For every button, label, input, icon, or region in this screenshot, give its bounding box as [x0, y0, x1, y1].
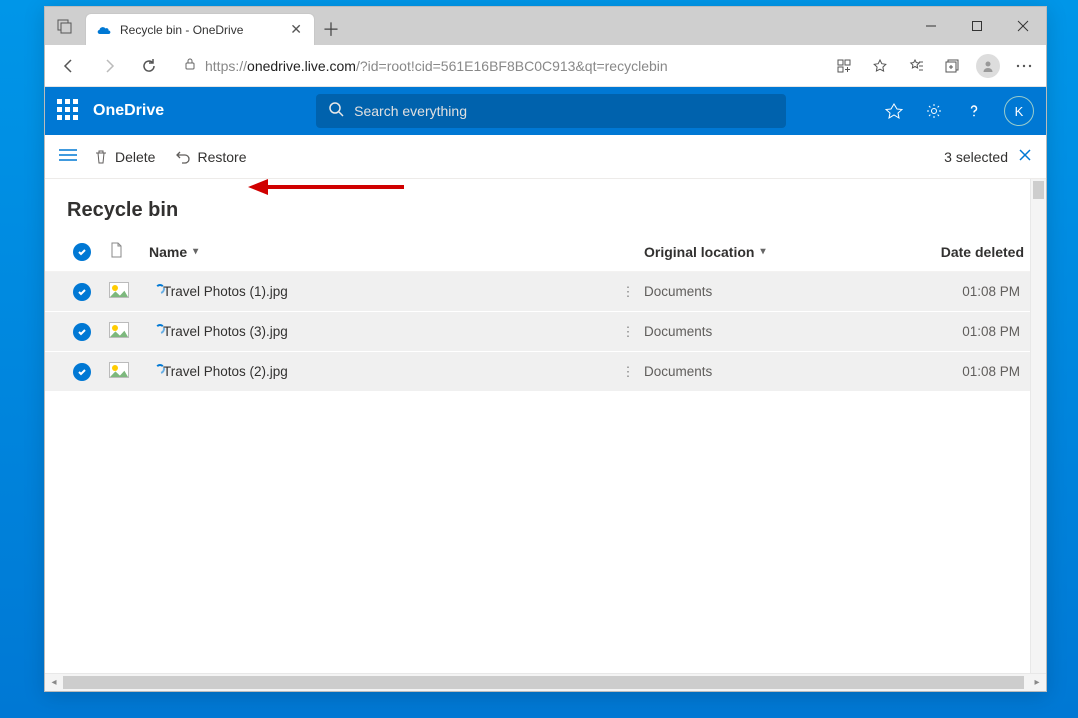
file-thumbnail-icon: [109, 282, 149, 301]
url-field[interactable]: https://onedrive.live.com/?id=root!cid=5…: [177, 51, 818, 81]
chevron-down-icon: ▾: [760, 246, 765, 257]
file-name[interactable]: Travel Photos (2).jpg: [149, 364, 612, 379]
onedrive-header: OneDrive K: [45, 87, 1046, 135]
row-actions-icon[interactable]: ⋮: [621, 324, 635, 340]
row-actions-icon[interactable]: ⋮: [621, 284, 635, 300]
original-location: Documents: [644, 284, 904, 299]
favorites-list-icon[interactable]: [900, 50, 932, 82]
selection-status: 3 selected: [944, 148, 1032, 165]
back-button[interactable]: [51, 48, 87, 84]
titlebar: Recycle bin - OneDrive ✕ ＋: [45, 7, 1046, 45]
nav-toggle-icon[interactable]: [59, 148, 77, 165]
search-box[interactable]: [316, 94, 786, 128]
clear-selection-icon[interactable]: [1018, 148, 1032, 165]
undo-icon: [175, 149, 191, 165]
delete-label: Delete: [115, 149, 155, 165]
tab-actions-icon[interactable]: [45, 7, 85, 45]
premium-icon[interactable]: [884, 101, 904, 121]
vertical-scrollbar[interactable]: [1030, 179, 1046, 673]
account-button[interactable]: K: [1004, 96, 1034, 126]
extensions-icon[interactable]: [828, 50, 860, 82]
forward-button[interactable]: [91, 48, 127, 84]
sync-spinner-icon: [155, 284, 165, 294]
tab-title: Recycle bin - OneDrive: [120, 23, 243, 37]
file-name[interactable]: Travel Photos (3).jpg: [149, 324, 612, 339]
user-initial: K: [1015, 104, 1024, 119]
app-title[interactable]: OneDrive: [93, 102, 164, 120]
date-deleted: 01:08 PM: [904, 324, 1024, 339]
original-location: Documents: [644, 324, 904, 339]
collections-icon[interactable]: [936, 50, 968, 82]
window-controls: [908, 7, 1046, 45]
site-info-icon[interactable]: [183, 57, 197, 74]
name-column-header[interactable]: Name ▾: [149, 244, 612, 260]
sync-spinner-icon: [155, 324, 165, 334]
selection-count: 3 selected: [944, 149, 1008, 165]
sync-spinner-icon: [155, 364, 165, 374]
profile-button[interactable]: [972, 50, 1004, 82]
close-window-button[interactable]: [1000, 7, 1046, 45]
favorite-icon[interactable]: [864, 50, 896, 82]
date-deleted: 01:08 PM: [904, 284, 1024, 299]
page-title: Recycle bin: [45, 179, 1046, 232]
url-text: https://onedrive.live.com/?id=root!cid=5…: [205, 58, 668, 74]
address-bar: https://onedrive.live.com/?id=root!cid=5…: [45, 45, 1046, 87]
content-area: Recycle bin Name ▾ Original location ▾ D…: [45, 179, 1046, 691]
file-name[interactable]: Travel Photos (1).jpg: [149, 284, 612, 299]
search-input[interactable]: [354, 103, 774, 119]
table-row[interactable]: Travel Photos (2).jpg ⋮ Documents 01:08 …: [45, 352, 1046, 392]
table-row[interactable]: Travel Photos (1).jpg ⋮ Documents 01:08 …: [45, 272, 1046, 312]
chevron-down-icon: ▾: [193, 246, 198, 257]
browser-tab[interactable]: Recycle bin - OneDrive ✕: [85, 13, 315, 45]
row-actions-icon[interactable]: ⋮: [621, 364, 635, 380]
type-column-icon[interactable]: [109, 242, 149, 261]
restore-button[interactable]: Restore: [171, 145, 250, 169]
file-thumbnail-icon: [109, 322, 149, 341]
command-bar: Delete Restore 3 selected: [45, 135, 1046, 179]
location-column-header[interactable]: Original location ▾: [644, 244, 904, 260]
column-headers: Name ▾ Original location ▾ Date deleted: [45, 232, 1046, 272]
row-checkbox[interactable]: [73, 323, 91, 341]
close-tab-icon[interactable]: ✕: [286, 19, 306, 40]
search-icon: [328, 101, 344, 122]
row-checkbox[interactable]: [73, 283, 91, 301]
file-thumbnail-icon: [109, 362, 149, 381]
app-launcher-icon[interactable]: [57, 99, 81, 123]
more-menu-icon[interactable]: [1008, 50, 1040, 82]
minimize-button[interactable]: [908, 7, 954, 45]
date-column-header[interactable]: Date deleted: [904, 244, 1024, 260]
settings-icon[interactable]: [924, 101, 944, 121]
table-row[interactable]: Travel Photos (3).jpg ⋮ Documents 01:08 …: [45, 312, 1046, 352]
help-icon[interactable]: [964, 101, 984, 121]
original-location: Documents: [644, 364, 904, 379]
new-tab-button[interactable]: ＋: [315, 13, 347, 45]
horizontal-scrollbar[interactable]: ◂▸: [45, 673, 1046, 691]
select-all-checkbox[interactable]: [73, 243, 91, 261]
browser-window: Recycle bin - OneDrive ✕ ＋ https://onedr…: [44, 6, 1047, 692]
trash-icon: [93, 149, 109, 165]
maximize-button[interactable]: [954, 7, 1000, 45]
row-checkbox[interactable]: [73, 363, 91, 381]
onedrive-favicon-icon: [96, 22, 112, 38]
restore-label: Restore: [197, 149, 246, 165]
date-deleted: 01:08 PM: [904, 364, 1024, 379]
refresh-button[interactable]: [131, 48, 167, 84]
delete-button[interactable]: Delete: [89, 145, 159, 169]
